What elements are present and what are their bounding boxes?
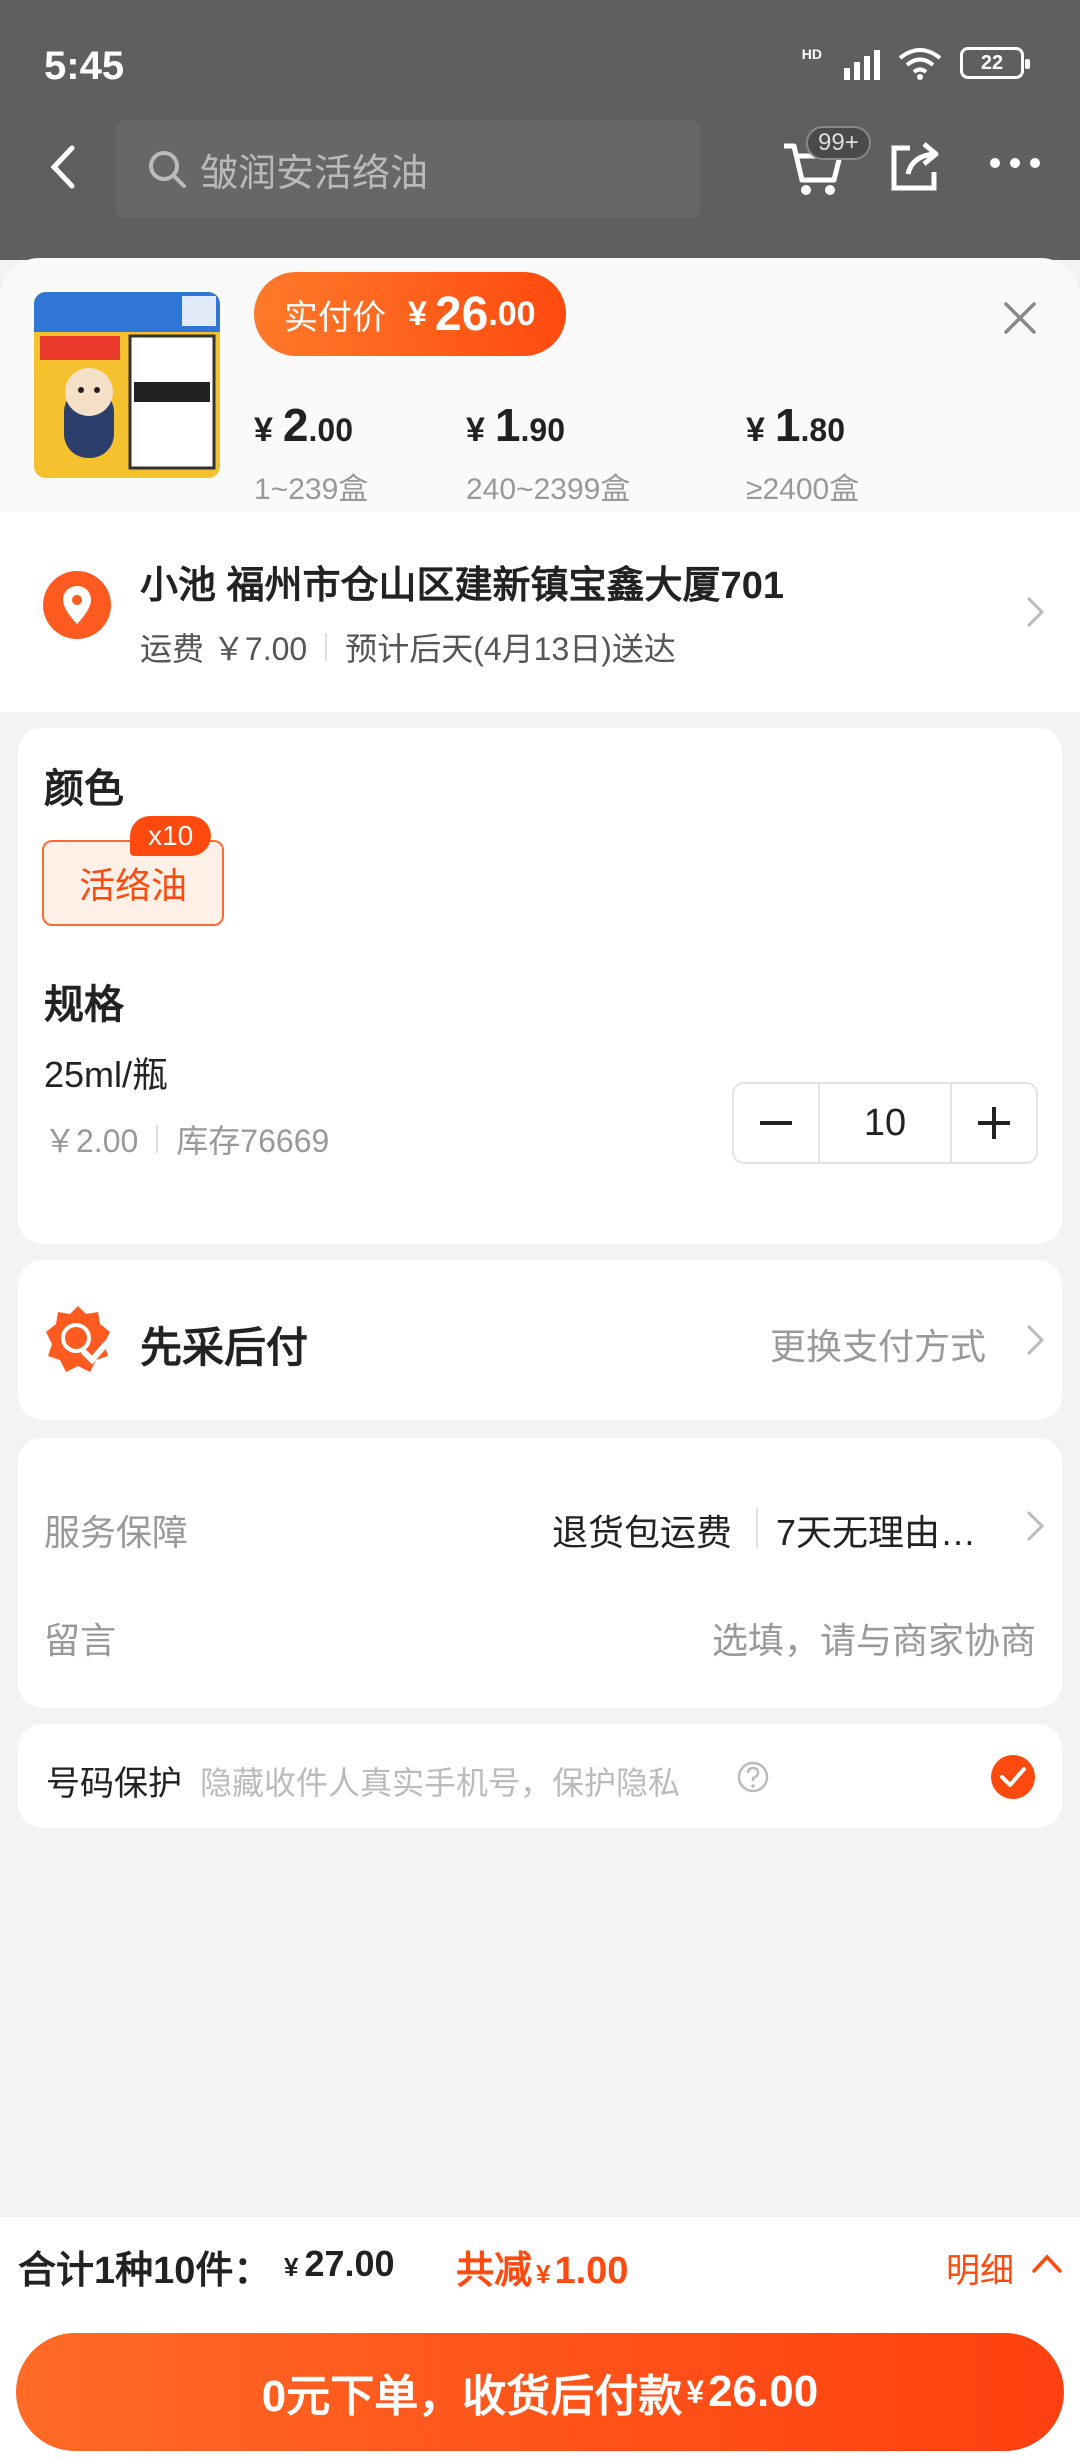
share-icon[interactable] [888,140,942,194]
network-type: HD [801,46,822,62]
discount-label: 共减 [456,2250,533,2292]
product-thumbnail[interactable] [34,292,220,478]
status-bar: 5:45 HD 22 [0,0,1080,120]
search-box[interactable]: 皱润安活络油 [116,120,700,218]
privacy-description: 隐藏收件人真实手机号，保护隐私 [200,1765,681,1801]
privacy-checkbox[interactable] [990,1754,1036,1800]
actual-price-label: 实付价 [284,298,386,337]
service-card: 服务保障 退货包运费 7天无理由退货 留言 选填，请与商家协商 [18,1438,1062,1708]
tier-range: 240~2399盒 [466,473,631,506]
checkout-bar: 合计1种10件： ¥27.00 共减 ¥1.00 明细 0元下单，收货后付款 ¥26… [0,2216,1080,2460]
quantity-badge: x10 [130,816,212,856]
tier-integer: 1 [494,399,521,451]
message-input[interactable]: 选填，请与商家协商 [712,1612,1036,1664]
address-text: 小池 福州市仓山区建新镇宝鑫大厦701 [140,565,784,607]
privacy-label: 号码保护 [46,1765,182,1803]
spec-card: 颜色 活络油 x10 规格 25ml/瓶 ￥2.00 库存76669 10 [18,728,1062,1244]
chevron-right-icon [1026,596,1045,628]
submit-amount: 26.00 [708,2367,819,2416]
tier-integer: 2 [282,399,309,451]
tier-integer: 1 [774,399,801,451]
decrease-button[interactable] [734,1084,818,1162]
total-currency: ¥ [284,2252,299,2282]
tier-range: 1~239盒 [254,473,369,506]
chevron-right-icon [1026,1510,1045,1542]
search-icon [149,151,186,188]
discount: 共减 ¥1.00 [456,2239,628,2294]
divider [325,633,328,661]
tier-decimal: .80 [800,412,845,448]
submit-currency: ¥ [686,2373,705,2410]
pay-later-icon [46,1306,110,1372]
spec-stock: 库存76669 [176,1123,330,1159]
tier-currency: ¥ [746,411,765,449]
tier-range: ≥2400盒 [746,473,860,506]
cart-badge: 99+ [806,126,871,160]
chevron-up-icon[interactable] [1030,2251,1064,2275]
spec-name: 25ml/瓶 [44,1054,169,1095]
actual-price-pill: 实付价 ¥ 26 .00 [254,272,566,356]
service-item[interactable]: 7天无理由退货 [776,1504,998,1556]
size-title: 规格 [44,983,124,1027]
tier-currency: ¥ [466,411,485,449]
price-tier: ¥2.00 1~239盒 [254,398,368,508]
shipping-fee: 运费 ￥7.00 [140,631,308,667]
price-tier: ¥1.90 240~2399盒 [466,398,630,508]
tier-decimal: .00 [308,412,353,448]
quantity-value[interactable]: 10 [818,1084,952,1162]
top-bar: 皱润安活络油 99+ [0,120,1080,260]
privacy-card: 号码保护 隐藏收件人真实手机号，保护隐私 [18,1724,1062,1828]
back-button[interactable] [40,142,90,192]
status-icons: HD 22 [801,46,1030,80]
increase-button[interactable] [952,1084,1036,1162]
chevron-right-icon [1026,1324,1045,1356]
delivery-estimate: 预计后天(4月13日)送达 [345,631,676,667]
change-payment-link[interactable]: 更换支付方式 [770,1318,986,1370]
order-sheet: 实付价 ¥ 26 .00 ¥2.00 1~239盒 ¥1.90 240~2399… [0,258,1080,2460]
discount-amount: 1.00 [554,2250,629,2292]
signal-icon [844,46,880,80]
address-row[interactable]: 小池 福州市仓山区建新镇宝鑫大厦701 运费 ￥7.00 预计后天(4月13日)… [0,512,1080,712]
spec-price: ￥2.00 [44,1123,139,1159]
message-label: 留言 [44,1620,117,1661]
close-icon[interactable] [1000,298,1040,338]
actual-price-decimal: .00 [488,294,536,333]
color-title: 颜色 [44,767,124,811]
price-header: 实付价 ¥ 26 .00 ¥2.00 1~239盒 ¥1.90 240~2399… [0,258,1080,512]
service-label: 服务保障 [44,1512,189,1553]
search-text: 皱润安活络油 [200,152,429,195]
spec-subline: ￥2.00 库存76669 [44,1116,329,1162]
actual-price-integer: 26 [434,287,489,341]
submit-order-button[interactable]: 0元下单，收货后付款 ¥26.00 [16,2333,1064,2451]
help-icon[interactable] [736,1760,770,1794]
total-price: ¥27.00 [284,2243,395,2285]
price-tier: ¥1.80 ≥2400盒 [746,398,859,508]
total-amount: 27.00 [304,2243,395,2284]
status-time: 5:45 [44,44,125,88]
battery-icon: 22 [960,47,1030,79]
submit-label: 0元下单，收货后付款 [261,2372,683,2421]
payment-card[interactable]: 先采后付 更换支付方式 [18,1260,1062,1420]
actual-price-currency: ¥ [408,294,427,333]
total-label: 合计1种10件： [18,2250,272,2292]
wifi-icon [898,48,942,80]
detail-link[interactable]: 明细 [946,2243,1014,2292]
divider [156,1125,159,1153]
location-icon [43,571,111,639]
tier-decimal: .90 [520,412,565,448]
tier-currency: ¥ [254,411,273,449]
payment-method-label: 先采后付 [140,1324,309,1371]
service-item[interactable]: 退货包运费 [552,1504,732,1556]
discount-currency: ¥ [536,2259,551,2289]
quantity-stepper: 10 [732,1082,1038,1164]
more-icon[interactable] [990,158,1040,168]
address-subline: 运费 ￥7.00 预计后天(4月13日)送达 [140,624,676,670]
divider [756,1508,758,1548]
